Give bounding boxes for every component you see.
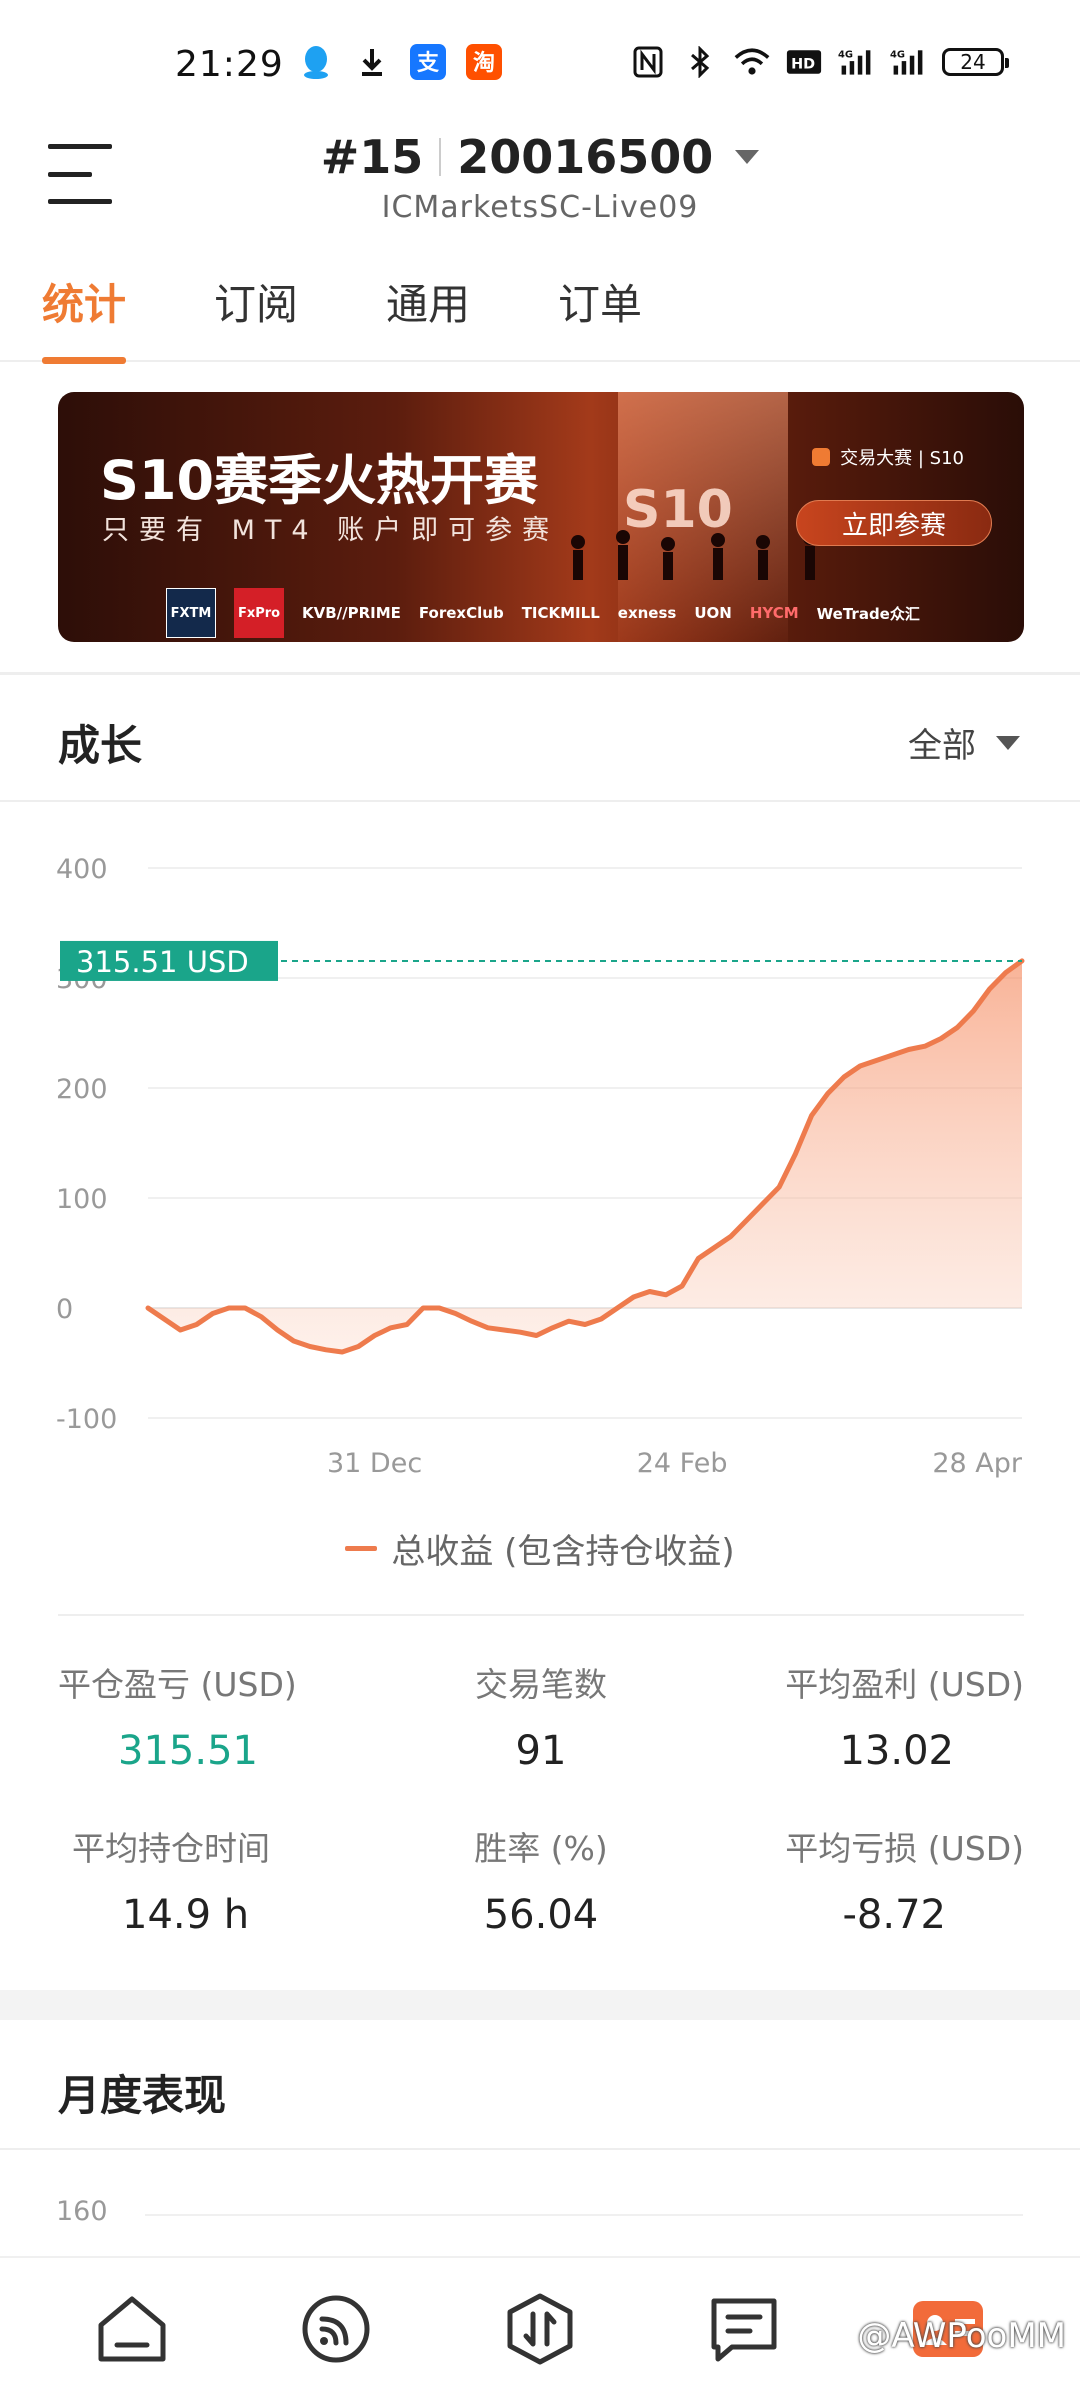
x-tick-label: 24 Feb [637,1448,728,1479]
contest-logo-icon [812,448,831,466]
y-tick-label: 0 [56,1294,73,1325]
chart-legend: 总收益 (包含持仓收益) [0,1524,1080,1573]
x-tick-label: 28 Apr [932,1448,1023,1479]
sponsor-logo: HYCM [749,604,799,622]
chevron-down-icon [996,735,1020,750]
stat-value: 13.02 [839,1728,954,1774]
y-tick-label: 100 [56,1184,108,1215]
banner-title: S10赛季火热开赛 [100,449,539,512]
stat-win-rate: 胜率 (%) 56.04 [380,1822,702,1938]
sponsor-logo: ForexClub [418,604,504,622]
growth-range-dropdown[interactable]: 全部 [908,718,1020,767]
stat-avg-loss: 平均亏损 (USD) -8.72 [702,1822,1024,1938]
stat-value: -8.72 [842,1892,947,1938]
monthly-gridline [145,2214,1023,2216]
sponsor-logo: exness [617,604,677,622]
nav-messages[interactable] [699,2284,789,2374]
chevron-down-icon [735,150,760,164]
y-tick-label: -100 [56,1404,117,1435]
growth-chart-svg: 4003002001000-10031 Dec24 Feb28 Apr 315.… [56,854,1025,1479]
signal-4g-icon: 4G [838,44,874,80]
sponsor-logo: FXTM [166,588,216,638]
download-icon [354,44,390,80]
section-gap [0,1990,1080,2020]
title-divider [439,138,442,176]
status-icons-left: 支 淘 [298,44,502,80]
growth-range-value: 全部 [908,726,976,766]
section-divider [0,800,1080,802]
nav-subscribe[interactable] [291,2284,381,2374]
sponsor-logo: TICKMILL [521,604,600,622]
sponsor-logo: FxPro [234,588,284,638]
section-divider [0,672,1080,675]
legend-label: 总收益 (包含持仓收益) [391,1532,735,1572]
trade-icon [507,2293,573,2365]
current-value-label: 315.51 USD [76,945,249,979]
status-bar: 21:29 支 淘 HD 4G 4G 24 [0,0,1080,130]
join-contest-button[interactable]: 立即参赛 [796,500,992,546]
stat-value: 91 [515,1728,567,1774]
nav-trade[interactable] [495,2284,585,2374]
banner-subtitle: 只要有 MT4 账户即可参赛 [102,515,560,546]
nfc-icon [630,44,666,80]
bluetooth-icon [682,44,718,80]
growth-chart: 4003002001000-10031 Dec24 Feb28 Apr 315.… [0,830,1080,1510]
signal-4g-icon: 4G [890,44,926,80]
account-number: 20016500 [457,130,714,184]
tab-bar: 统计 订阅 通用 订单 [0,270,1080,364]
section-divider [58,1614,1024,1616]
stat-avg-hold-time: 平均持仓时间 14.9 h [58,1822,380,1938]
banner-emblem: S10 [623,480,733,540]
tab-statistics[interactable]: 统计 [42,270,127,364]
growth-area [148,960,1022,1352]
x-tick-label: 31 Dec [327,1448,422,1479]
stat-avg-profit: 平均盈利 (USD) 13.02 [702,1658,1024,1774]
status-time: 21:29 [175,44,284,85]
stat-value: 14.9 h [122,1892,250,1938]
alipay-icon: 支 [410,44,446,80]
stat-trade-count: 交易笔数 91 [380,1658,702,1774]
sponsor-logo: WeTrade众汇 [816,604,920,623]
account-selector[interactable]: #15 20016500 [0,130,1080,184]
svg-text:支: 支 [417,51,440,76]
y-tick-label: 400 [56,854,108,885]
tab-subscribe[interactable]: 订阅 [214,270,298,362]
monthly-section-title: 月度表现 [58,2071,227,2120]
home-icon [98,2296,166,2362]
stat-value: 315.51 [118,1728,258,1774]
stat-closed-pnl: 平仓盈亏 (USD) 315.51 [58,1658,380,1774]
promo-banner[interactable]: S10赛季火热开赛 只要有 MT4 账户即可参赛 S10 交易大赛 | S10 … [58,392,1024,642]
svg-text:4G: 4G [890,50,905,61]
tab-general[interactable]: 通用 [386,270,470,362]
taobao-icon: 淘 [466,44,502,80]
battery-indicator: 24 [942,48,1009,76]
svg-text:HD: HD [791,56,815,72]
section-divider [0,2148,1080,2150]
tab-orders[interactable]: 订单 [558,270,642,362]
subscribe-icon [302,2295,370,2363]
nav-home[interactable] [87,2284,177,2374]
watermark: @AWPooMM [857,2316,1066,2356]
account-rank: #15 [320,130,424,184]
y-tick-label: 200 [56,1074,108,1105]
qq-icon [298,44,334,80]
monthly-axis-tick: 160 [56,2196,108,2227]
status-icons-right: HD 4G 4G 24 [630,44,1009,80]
svg-text:4G: 4G [838,50,853,61]
banner-tag: 交易大赛 | S10 [812,444,964,470]
hd-icon: HD [786,44,822,80]
sponsor-logos: FXTM FxPro KVB//PRIME ForexClub TICKMILL… [166,588,920,638]
svg-text:淘: 淘 [473,50,495,76]
wifi-icon [734,44,770,80]
legend-swatch [345,1546,378,1551]
stat-value: 56.04 [483,1892,599,1938]
account-header: #15 20016500 ICMarketsSC-Live09 [0,130,1080,240]
growth-section-title: 成长 [58,721,143,770]
sponsor-logo: UON [694,604,732,622]
message-icon [711,2298,777,2362]
sponsor-logo: KVB//PRIME [302,604,401,622]
server-name: ICMarketsSC-Live09 [381,190,699,225]
